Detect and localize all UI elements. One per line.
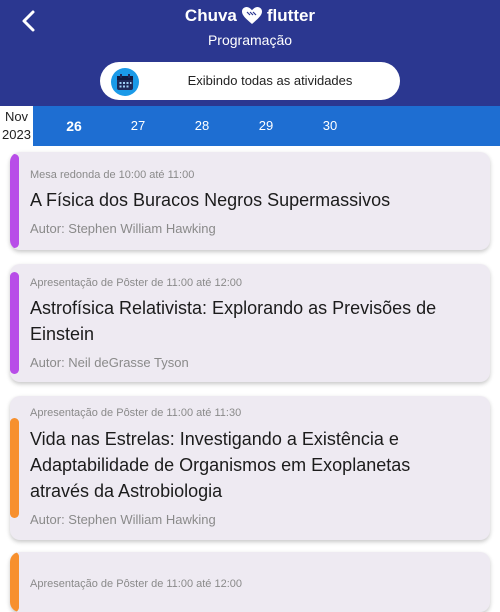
activity-author: Autor: Neil deGrasse Tyson (30, 355, 189, 370)
activity-card[interactable]: Apresentação de Pôster de 11:00 até 12:0… (10, 552, 490, 612)
heart-icon (241, 7, 262, 24)
day-tab-27[interactable]: 27 (118, 106, 158, 146)
day-tab-30[interactable]: 30 (310, 106, 350, 146)
activity-card[interactable]: Apresentação de Pôster de 11:00 até 11:3… (10, 396, 490, 540)
activity-meta: Apresentação de Pôster de 11:00 até 12:0… (30, 277, 243, 289)
brand-right-text: flutter (266, 6, 316, 25)
page-title: Programação (207, 32, 293, 48)
month-year-label: Nov 2023 (0, 106, 33, 146)
activity-color-bar (10, 272, 19, 374)
app-header: Chuva flutter Programação Exibindo todas… (0, 0, 500, 106)
activity-title: Vida nas Estrelas: Investigando a Existê… (30, 429, 411, 501)
activity-meta: Apresentação de Pôster de 11:00 até 12:0… (30, 578, 243, 590)
day-tab-29[interactable]: 29 (246, 106, 286, 146)
day-tab-28[interactable]: 28 (182, 106, 222, 146)
calendar-icon (111, 68, 139, 96)
activities-filter-button[interactable]: Exibindo todas as atividades (100, 62, 400, 100)
activity-color-bar (10, 552, 19, 612)
activity-card[interactable]: Apresentação de Pôster de 11:00 até 12:0… (10, 264, 490, 382)
app-brand: Chuva flutter (0, 4, 500, 28)
activity-title: Astrofísica Relativista: Explorando as P… (30, 298, 437, 344)
activity-author: Autor: Stephen William Hawking (30, 512, 216, 527)
activity-color-bar (10, 154, 19, 248)
month-label: Nov (4, 109, 29, 124)
brand-left-text: Chuva (184, 6, 237, 25)
activity-meta: Apresentação de Pôster de 11:00 até 11:3… (30, 407, 242, 419)
activity-card[interactable]: Mesa redonda de 10:00 até 11:00 A Física… (10, 152, 490, 250)
year-label: 2023 (2, 127, 31, 142)
day-tab-26[interactable]: 26 (54, 106, 94, 146)
activity-title: A Física dos Buracos Negros Supermassivo… (30, 190, 391, 210)
filter-label: Exibindo todas as atividades (187, 73, 353, 88)
activity-author: Autor: Stephen William Hawking (30, 221, 216, 236)
activity-color-bar (10, 418, 19, 518)
activity-meta: Mesa redonda de 10:00 até 11:00 (30, 169, 195, 181)
